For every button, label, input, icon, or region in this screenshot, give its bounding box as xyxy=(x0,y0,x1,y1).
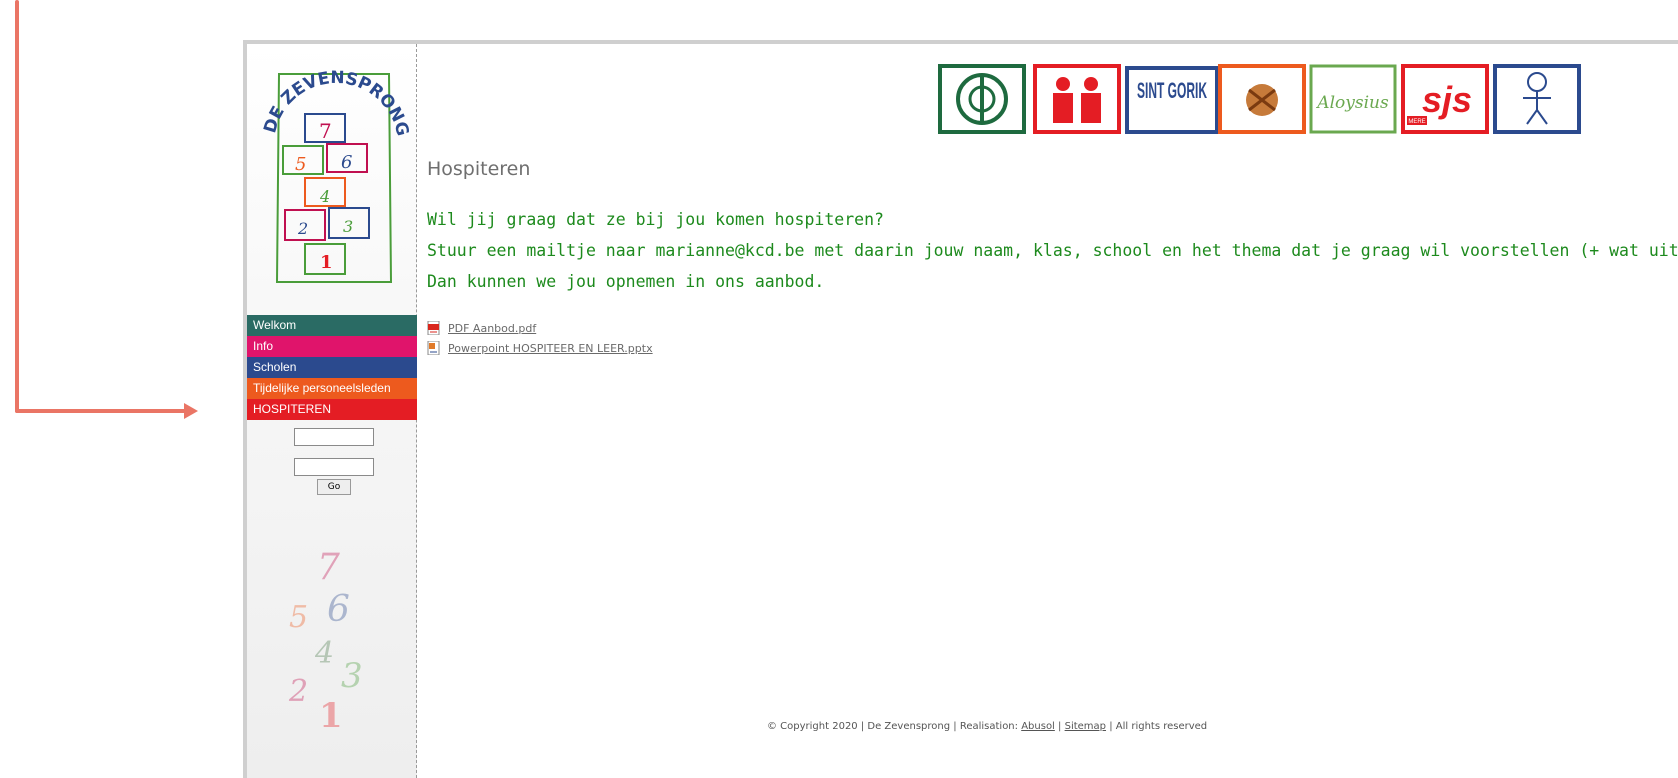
school-logos-banner: SINT GORIK Aloysius sjs MERE xyxy=(937,56,1627,146)
logo-number: 5 xyxy=(295,154,306,175)
content-line: Stuur een mailtje naar marianne@kcd.be m… xyxy=(427,241,1678,260)
logo-number: 2 xyxy=(297,219,308,238)
content-line: Dan kunnen we jou opnemen in ons aanbod. xyxy=(427,272,825,291)
sjs-text: sjs xyxy=(1422,79,1472,120)
zevensprong-logo[interactable]: DE ZEVENSPRONG 7 5 6 4 2 3 1 xyxy=(257,54,413,306)
abusol-link[interactable]: Abusol xyxy=(1021,721,1055,732)
menu-item-info[interactable]: Info xyxy=(247,336,417,357)
annotation-arrow-line xyxy=(15,409,187,413)
logo-number: 7 xyxy=(319,119,332,143)
attachments-list: PDF Aanbod.pdf Powerpoint HOSPITEER EN L… xyxy=(427,318,653,358)
login-form: Go xyxy=(294,428,374,495)
mere-text: MERE xyxy=(1408,119,1425,125)
username-input[interactable] xyxy=(294,428,374,446)
logo-number: 4 xyxy=(319,187,330,206)
sidebar: DE ZEVENSPRONG 7 5 6 4 2 3 1 Welkom Info… xyxy=(247,44,417,778)
pptx-icon xyxy=(427,341,440,355)
page-title: Hospiteren xyxy=(427,158,531,180)
powerpoint-link[interactable]: Powerpoint HOSPITEER EN LEER.pptx xyxy=(448,342,653,355)
password-input[interactable] xyxy=(294,458,374,476)
sint-gorik-text: SINT GORIK xyxy=(1137,78,1207,103)
footer: © Copyright 2020 | De Zevensprong | Real… xyxy=(767,721,1207,732)
menu-item-scholen[interactable]: Scholen xyxy=(247,357,417,378)
page-frame: DE ZEVENSPRONG 7 5 6 4 2 3 1 Welkom Info… xyxy=(243,40,1678,778)
faded-number: 5 xyxy=(289,600,308,635)
menu-item-tijdelijke-personeelsleden[interactable]: Tijdelijke personeelsleden xyxy=(247,378,417,399)
pdf-aanbod-link[interactable]: PDF Aanbod.pdf xyxy=(448,322,536,335)
faded-number: 6 xyxy=(327,589,350,630)
attachment-item: PDF Aanbod.pdf xyxy=(427,318,653,338)
footer-separator: | xyxy=(1058,721,1062,732)
go-button[interactable]: Go xyxy=(317,479,351,495)
faded-number: 4 xyxy=(314,636,334,671)
logo-number: 3 xyxy=(343,217,353,236)
logo-number: 6 xyxy=(341,152,352,173)
faded-number: 2 xyxy=(288,674,308,709)
content-text: Wil jij graag dat ze bij jou komen hospi… xyxy=(427,207,1678,300)
annotation-arrow-line xyxy=(15,0,19,413)
content-line: Wil jij graag dat ze bij jou komen hospi… xyxy=(427,210,884,229)
menu-item-welkom[interactable]: Welkom xyxy=(247,315,417,336)
attachment-item: Powerpoint HOSPITEER EN LEER.pptx xyxy=(427,338,653,358)
faded-numbers-decoration: 7 5 6 4 2 3 1 xyxy=(288,547,363,736)
footer-copyright: © Copyright 2020 | De Zevensprong | Real… xyxy=(767,721,1019,732)
pdf-icon xyxy=(427,321,440,335)
annotation-arrow-head xyxy=(184,403,198,419)
footer-rights: | All rights reserved xyxy=(1109,721,1208,732)
menu-item-hospiteren[interactable]: HOSPITEREN xyxy=(247,399,417,420)
sitemap-link[interactable]: Sitemap xyxy=(1065,721,1106,732)
faded-number: 7 xyxy=(317,547,340,588)
faded-number: 1 xyxy=(319,696,343,736)
faded-number: 3 xyxy=(341,656,363,696)
aloysius-text: Aloysius xyxy=(1315,93,1389,113)
logo-number: 1 xyxy=(320,252,333,273)
main-menu: Welkom Info Scholen Tijdelijke personeel… xyxy=(247,315,417,420)
